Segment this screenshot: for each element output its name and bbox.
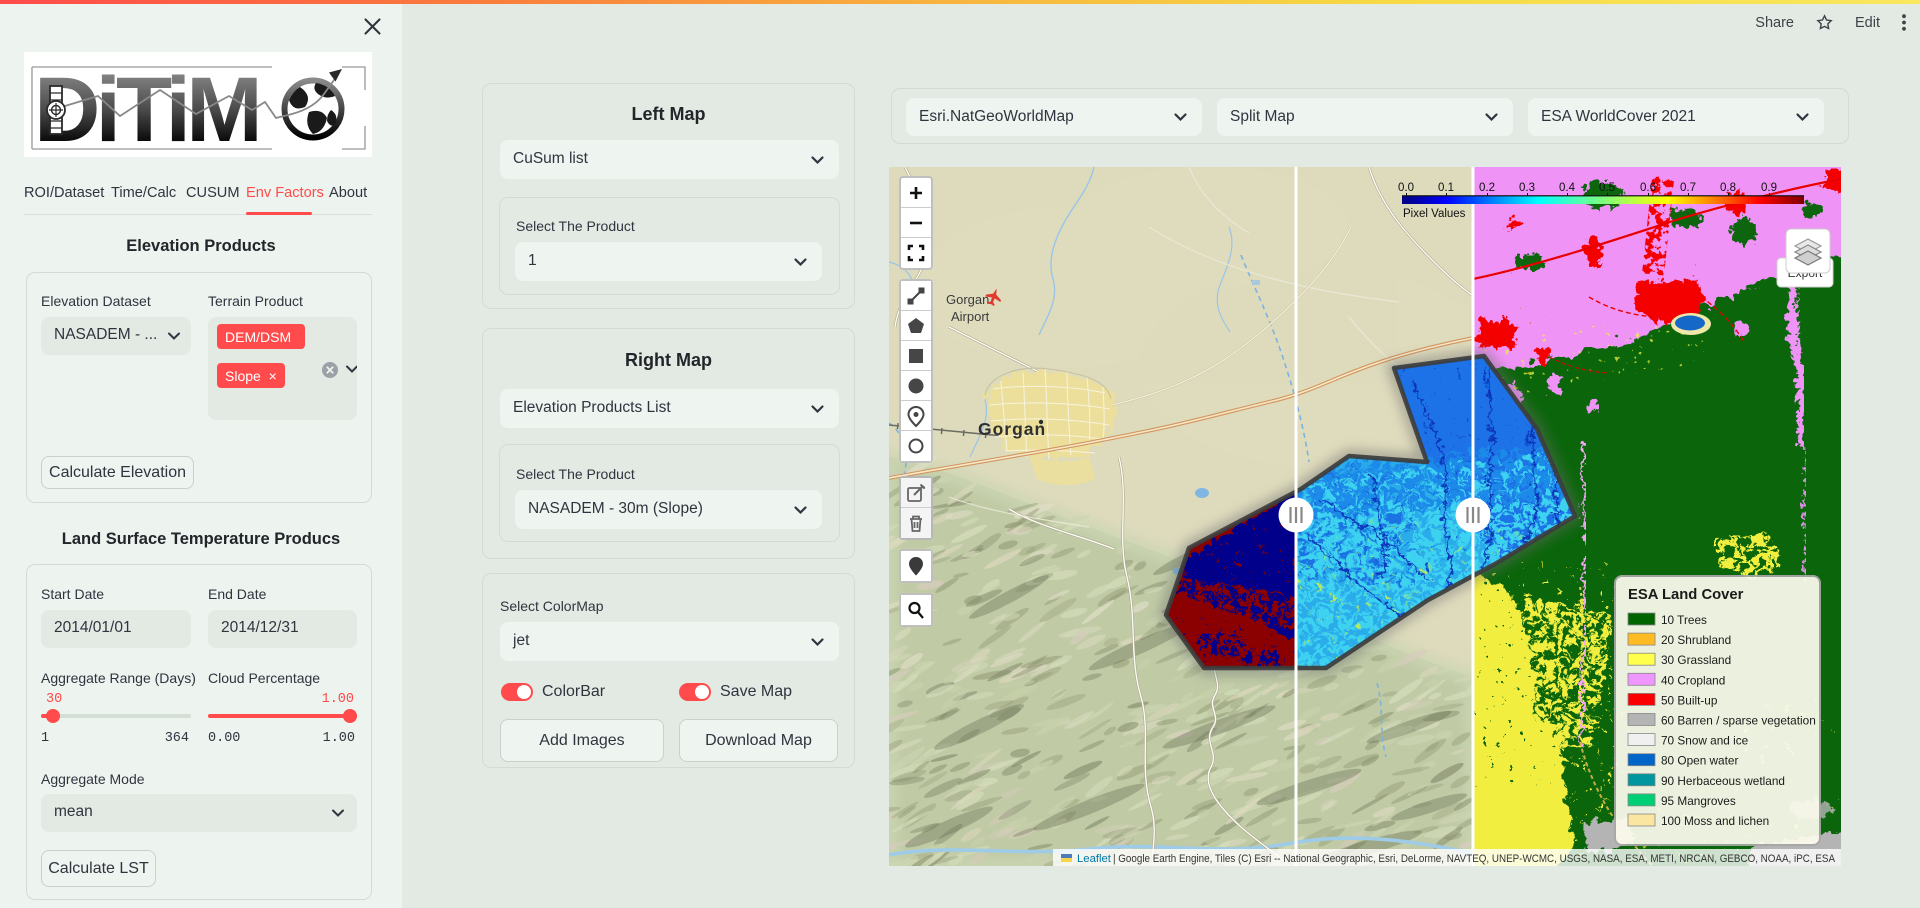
svg-text:95 Mangroves: 95 Mangroves	[1661, 794, 1736, 808]
svg-text:| Google Earth Engine, Tiles (: | Google Earth Engine, Tiles (C) Esri --…	[1113, 853, 1835, 865]
svg-text:Gorgan: Gorgan	[978, 419, 1046, 439]
svg-text:0.0: 0.0	[1398, 182, 1414, 194]
svg-text:0.8: 0.8	[1720, 182, 1736, 194]
svg-text:ESA Land Cover: ESA Land Cover	[1628, 587, 1744, 603]
svg-text:Pixel Values: Pixel Values	[1403, 208, 1466, 220]
svg-text:0.7: 0.7	[1680, 182, 1696, 194]
svg-text:80 Open water: 80 Open water	[1661, 754, 1738, 768]
svg-text:Gorgan: Gorgan	[946, 292, 989, 307]
svg-text:10 Trees: 10 Trees	[1661, 613, 1707, 627]
svg-text:90 Herbaceous wetland: 90 Herbaceous wetland	[1661, 774, 1785, 788]
svg-text:0.9: 0.9	[1761, 182, 1777, 194]
svg-text:0.2: 0.2	[1479, 182, 1495, 194]
svg-text:Airport: Airport	[951, 309, 990, 324]
svg-text:20 Shrubland: 20 Shrubland	[1661, 633, 1731, 647]
svg-text:0.5: 0.5	[1599, 182, 1615, 194]
svg-text:DiTiM: DiTiM	[34, 59, 258, 157]
svg-text:0.4: 0.4	[1559, 182, 1576, 194]
svg-text:50 Built-up: 50 Built-up	[1661, 693, 1718, 707]
svg-text:0.1: 0.1	[1438, 182, 1454, 194]
svg-text:40 Cropland: 40 Cropland	[1661, 673, 1725, 687]
svg-text:60 Barren / sparse vegetation: 60 Barren / sparse vegetation	[1661, 714, 1816, 728]
svg-text:Leaflet: Leaflet	[1077, 853, 1112, 865]
svg-text:0.3: 0.3	[1519, 182, 1535, 194]
svg-text:100 Moss and lichen: 100 Moss and lichen	[1661, 814, 1769, 828]
svg-text:0.6: 0.6	[1640, 182, 1656, 194]
svg-text:30 Grassland: 30 Grassland	[1661, 653, 1731, 667]
svg-text:70 Snow and ice: 70 Snow and ice	[1661, 734, 1749, 748]
